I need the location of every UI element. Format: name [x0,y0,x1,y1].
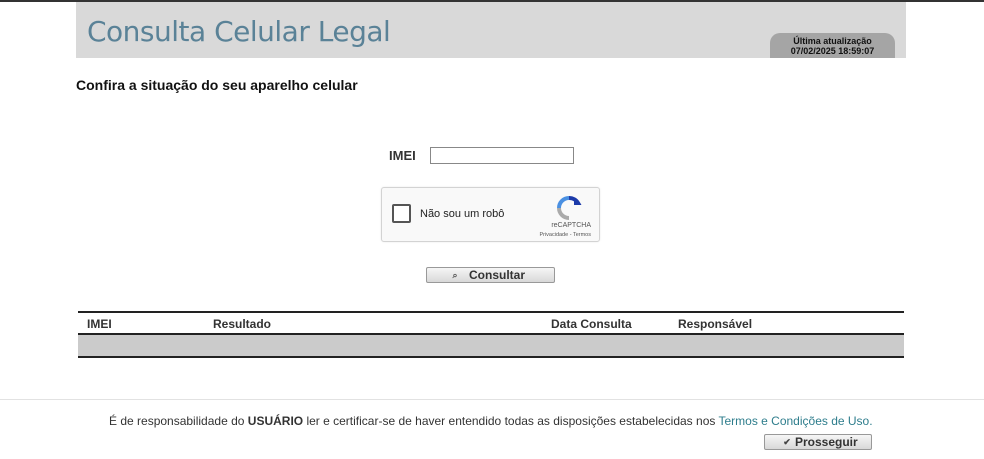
col-resultado: Resultado [213,317,272,331]
recaptcha-label: Não sou um robô [420,208,505,220]
prosseguir-label: Prosseguir [795,435,858,449]
page-heading: Confira a situação do seu aparelho celul… [76,77,358,93]
table-header: IMEI Resultado Data Consulta Responsável [78,313,904,335]
footer-bold: USUÁRIO [247,414,304,428]
last-update-label: Última atualização [793,36,872,46]
results-table: IMEI Resultado Data Consulta Responsável [78,311,904,358]
col-responsavel: Responsável [678,317,753,331]
footer-notice: É de responsabilidade do USUÁRIO ler e c… [109,414,873,428]
imei-input[interactable] [430,147,574,164]
prosseguir-button[interactable]: ✔ Prosseguir [764,434,872,450]
check-icon: ✔ [783,436,791,447]
recaptcha-checkbox[interactable] [392,204,411,223]
app-title: Consulta Celular Legal [87,15,391,48]
consultar-button[interactable]: ⌕ Consultar [426,267,555,283]
footer-divider [0,399,984,400]
terms-link[interactable]: Termos e Condições de Uso. [718,414,872,428]
recaptcha-logo-icon [557,196,582,220]
imei-label: IMEI [389,148,416,163]
consultar-label: Consultar [469,268,526,282]
last-update-badge: Última atualização 07/02/2025 18:59:07 [770,33,895,58]
recaptcha-brand: reCAPTCHA [551,222,591,229]
footer-text-mid: ler e certificar-se de haver entendido t… [303,414,719,428]
footer-text: É de responsabilidade do [109,414,248,428]
recaptcha-widget: Não sou um robô reCAPTCHA Privacidade - … [381,187,600,242]
col-imei: IMEI [87,317,112,331]
search-icon: ⌕ [452,269,458,280]
recaptcha-links[interactable]: Privacidade - Termos [539,232,591,238]
header-banner: Consulta Celular Legal Última atualizaçã… [76,2,906,58]
table-row [78,335,904,356]
col-data-consulta: Data Consulta [551,317,632,331]
last-update-time: 07/02/2025 18:59:07 [790,46,875,56]
